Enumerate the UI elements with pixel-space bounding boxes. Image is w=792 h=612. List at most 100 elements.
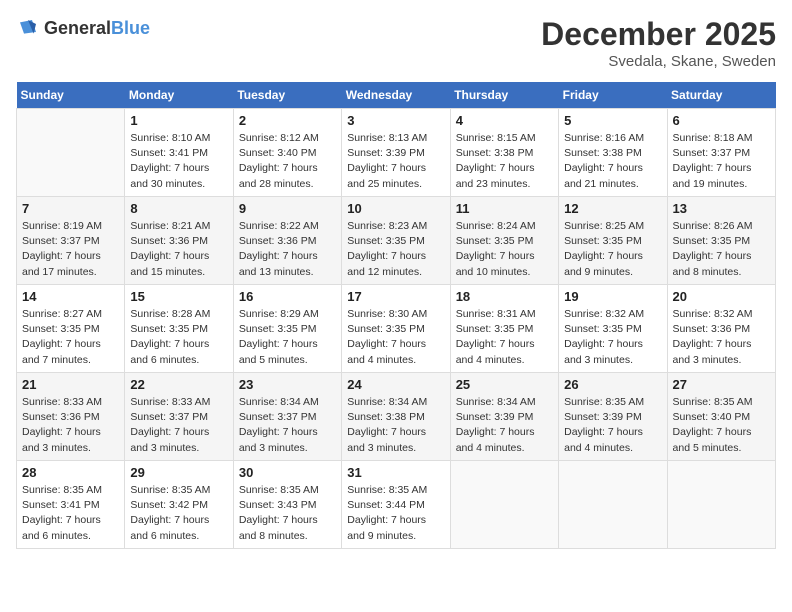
day-number: 13 [673,201,770,216]
day-number: 21 [22,377,119,392]
day-number: 31 [347,465,444,480]
day-number: 2 [239,113,336,128]
day-header-saturday: Saturday [667,82,775,109]
day-number: 12 [564,201,661,216]
day-number: 15 [130,289,227,304]
day-info: Sunrise: 8:31 AM Sunset: 3:35 PM Dayligh… [456,307,553,368]
calendar-cell [667,461,775,549]
day-number: 5 [564,113,661,128]
day-info: Sunrise: 8:22 AM Sunset: 3:36 PM Dayligh… [239,219,336,280]
day-number: 7 [22,201,119,216]
day-number: 3 [347,113,444,128]
day-number: 23 [239,377,336,392]
calendar-cell: 7 Sunrise: 8:19 AM Sunset: 3:37 PM Daylig… [17,197,125,285]
day-info: Sunrise: 8:12 AM Sunset: 3:40 PM Dayligh… [239,131,336,192]
day-number: 1 [130,113,227,128]
calendar-cell: 21 Sunrise: 8:33 AM Sunset: 3:36 PM Dayli… [17,373,125,461]
calendar-cell: 5Sunrise: 8:16 AM Sunset: 3:38 PM Daylig… [559,109,667,197]
day-number: 26 [564,377,661,392]
day-number: 17 [347,289,444,304]
calendar-cell: 8 Sunrise: 8:21 AM Sunset: 3:36 PM Daylig… [125,197,233,285]
logo-blue: Blue [111,18,150,38]
day-info: Sunrise: 8:35 AM Sunset: 3:43 PM Dayligh… [239,483,336,544]
calendar-cell: 16 Sunrise: 8:29 AM Sunset: 3:35 PM Dayli… [233,285,341,373]
calendar-table: SundayMondayTuesdayWednesdayThursdayFrid… [16,82,776,549]
day-info: Sunrise: 8:35 AM Sunset: 3:39 PM Dayligh… [564,395,661,456]
day-header-friday: Friday [559,82,667,109]
day-header-tuesday: Tuesday [233,82,341,109]
day-number: 19 [564,289,661,304]
calendar-cell: 1Sunrise: 8:10 AM Sunset: 3:41 PM Daylig… [125,109,233,197]
title-section: December 2025 Svedala, Skane, Sweden [541,16,776,70]
day-number: 28 [22,465,119,480]
day-number: 29 [130,465,227,480]
calendar-cell: 31 Sunrise: 8:35 AM Sunset: 3:44 PM Dayli… [342,461,450,549]
day-number: 4 [456,113,553,128]
calendar-cell: 4 Sunrise: 8:15 AM Sunset: 3:38 PM Daylig… [450,109,558,197]
calendar-cell: 22Sunrise: 8:33 AM Sunset: 3:37 PM Dayli… [125,373,233,461]
day-info: Sunrise: 8:15 AM Sunset: 3:38 PM Dayligh… [456,131,553,192]
calendar-cell: 6 Sunrise: 8:18 AM Sunset: 3:37 PM Daylig… [667,109,775,197]
day-info: Sunrise: 8:32 AM Sunset: 3:36 PM Dayligh… [673,307,770,368]
day-info: Sunrise: 8:34 AM Sunset: 3:39 PM Dayligh… [456,395,553,456]
day-info: Sunrise: 8:13 AM Sunset: 3:39 PM Dayligh… [347,131,444,192]
day-number: 24 [347,377,444,392]
calendar-cell: 24 Sunrise: 8:34 AM Sunset: 3:38 PM Dayli… [342,373,450,461]
day-header-monday: Monday [125,82,233,109]
day-number: 30 [239,465,336,480]
day-info: Sunrise: 8:24 AM Sunset: 3:35 PM Dayligh… [456,219,553,280]
day-info: Sunrise: 8:25 AM Sunset: 3:35 PM Dayligh… [564,219,661,280]
calendar-cell: 30 Sunrise: 8:35 AM Sunset: 3:43 PM Dayli… [233,461,341,549]
calendar-cell: 25Sunrise: 8:34 AM Sunset: 3:39 PM Dayli… [450,373,558,461]
day-info: Sunrise: 8:32 AM Sunset: 3:35 PM Dayligh… [564,307,661,368]
day-info: Sunrise: 8:34 AM Sunset: 3:37 PM Dayligh… [239,395,336,456]
day-number: 9 [239,201,336,216]
location: Svedala, Skane, Sweden [541,53,776,70]
day-info: Sunrise: 8:19 AM Sunset: 3:37 PM Dayligh… [22,219,119,280]
day-number: 11 [456,201,553,216]
day-info: Sunrise: 8:35 AM Sunset: 3:44 PM Dayligh… [347,483,444,544]
day-info: Sunrise: 8:35 AM Sunset: 3:40 PM Dayligh… [673,395,770,456]
day-info: Sunrise: 8:34 AM Sunset: 3:38 PM Dayligh… [347,395,444,456]
day-info: Sunrise: 8:18 AM Sunset: 3:37 PM Dayligh… [673,131,770,192]
logo-icon [16,16,40,40]
day-header-wednesday: Wednesday [342,82,450,109]
logo-general: General [44,18,111,38]
page-header: GeneralBlue December 2025 Svedala, Skane… [16,16,776,70]
day-info: Sunrise: 8:35 AM Sunset: 3:41 PM Dayligh… [22,483,119,544]
calendar-cell: 15 Sunrise: 8:28 AM Sunset: 3:35 PM Dayli… [125,285,233,373]
month-title: December 2025 [541,16,776,53]
calendar-cell: 14 Sunrise: 8:27 AM Sunset: 3:35 PM Dayli… [17,285,125,373]
day-number: 20 [673,289,770,304]
calendar-cell: 11 Sunrise: 8:24 AM Sunset: 3:35 PM Dayli… [450,197,558,285]
calendar-cell: 13 Sunrise: 8:26 AM Sunset: 3:35 PM Dayli… [667,197,775,285]
day-info: Sunrise: 8:30 AM Sunset: 3:35 PM Dayligh… [347,307,444,368]
calendar-cell: 23 Sunrise: 8:34 AM Sunset: 3:37 PM Dayli… [233,373,341,461]
day-info: Sunrise: 8:26 AM Sunset: 3:35 PM Dayligh… [673,219,770,280]
calendar-cell: 26 Sunrise: 8:35 AM Sunset: 3:39 PM Dayli… [559,373,667,461]
calendar-cell: 19 Sunrise: 8:32 AM Sunset: 3:35 PM Dayli… [559,285,667,373]
calendar-cell [559,461,667,549]
day-info: Sunrise: 8:35 AM Sunset: 3:42 PM Dayligh… [130,483,227,544]
day-info: Sunrise: 8:21 AM Sunset: 3:36 PM Dayligh… [130,219,227,280]
calendar-cell: 17 Sunrise: 8:30 AM Sunset: 3:35 PM Dayli… [342,285,450,373]
calendar-cell [450,461,558,549]
day-info: Sunrise: 8:23 AM Sunset: 3:35 PM Dayligh… [347,219,444,280]
day-info: Sunrise: 8:33 AM Sunset: 3:36 PM Dayligh… [22,395,119,456]
calendar-cell: 27Sunrise: 8:35 AM Sunset: 3:40 PM Dayli… [667,373,775,461]
calendar-cell: 29 Sunrise: 8:35 AM Sunset: 3:42 PM Dayli… [125,461,233,549]
calendar-cell: 18Sunrise: 8:31 AM Sunset: 3:35 PM Dayli… [450,285,558,373]
day-number: 6 [673,113,770,128]
calendar-cell: 10 Sunrise: 8:23 AM Sunset: 3:35 PM Dayli… [342,197,450,285]
day-number: 14 [22,289,119,304]
day-header-sunday: Sunday [17,82,125,109]
day-info: Sunrise: 8:33 AM Sunset: 3:37 PM Dayligh… [130,395,227,456]
calendar-cell: 9 Sunrise: 8:22 AM Sunset: 3:36 PM Daylig… [233,197,341,285]
day-info: Sunrise: 8:29 AM Sunset: 3:35 PM Dayligh… [239,307,336,368]
calendar-cell: 12 Sunrise: 8:25 AM Sunset: 3:35 PM Dayli… [559,197,667,285]
day-number: 8 [130,201,227,216]
day-info: Sunrise: 8:27 AM Sunset: 3:35 PM Dayligh… [22,307,119,368]
day-number: 10 [347,201,444,216]
day-number: 16 [239,289,336,304]
day-info: Sunrise: 8:28 AM Sunset: 3:35 PM Dayligh… [130,307,227,368]
